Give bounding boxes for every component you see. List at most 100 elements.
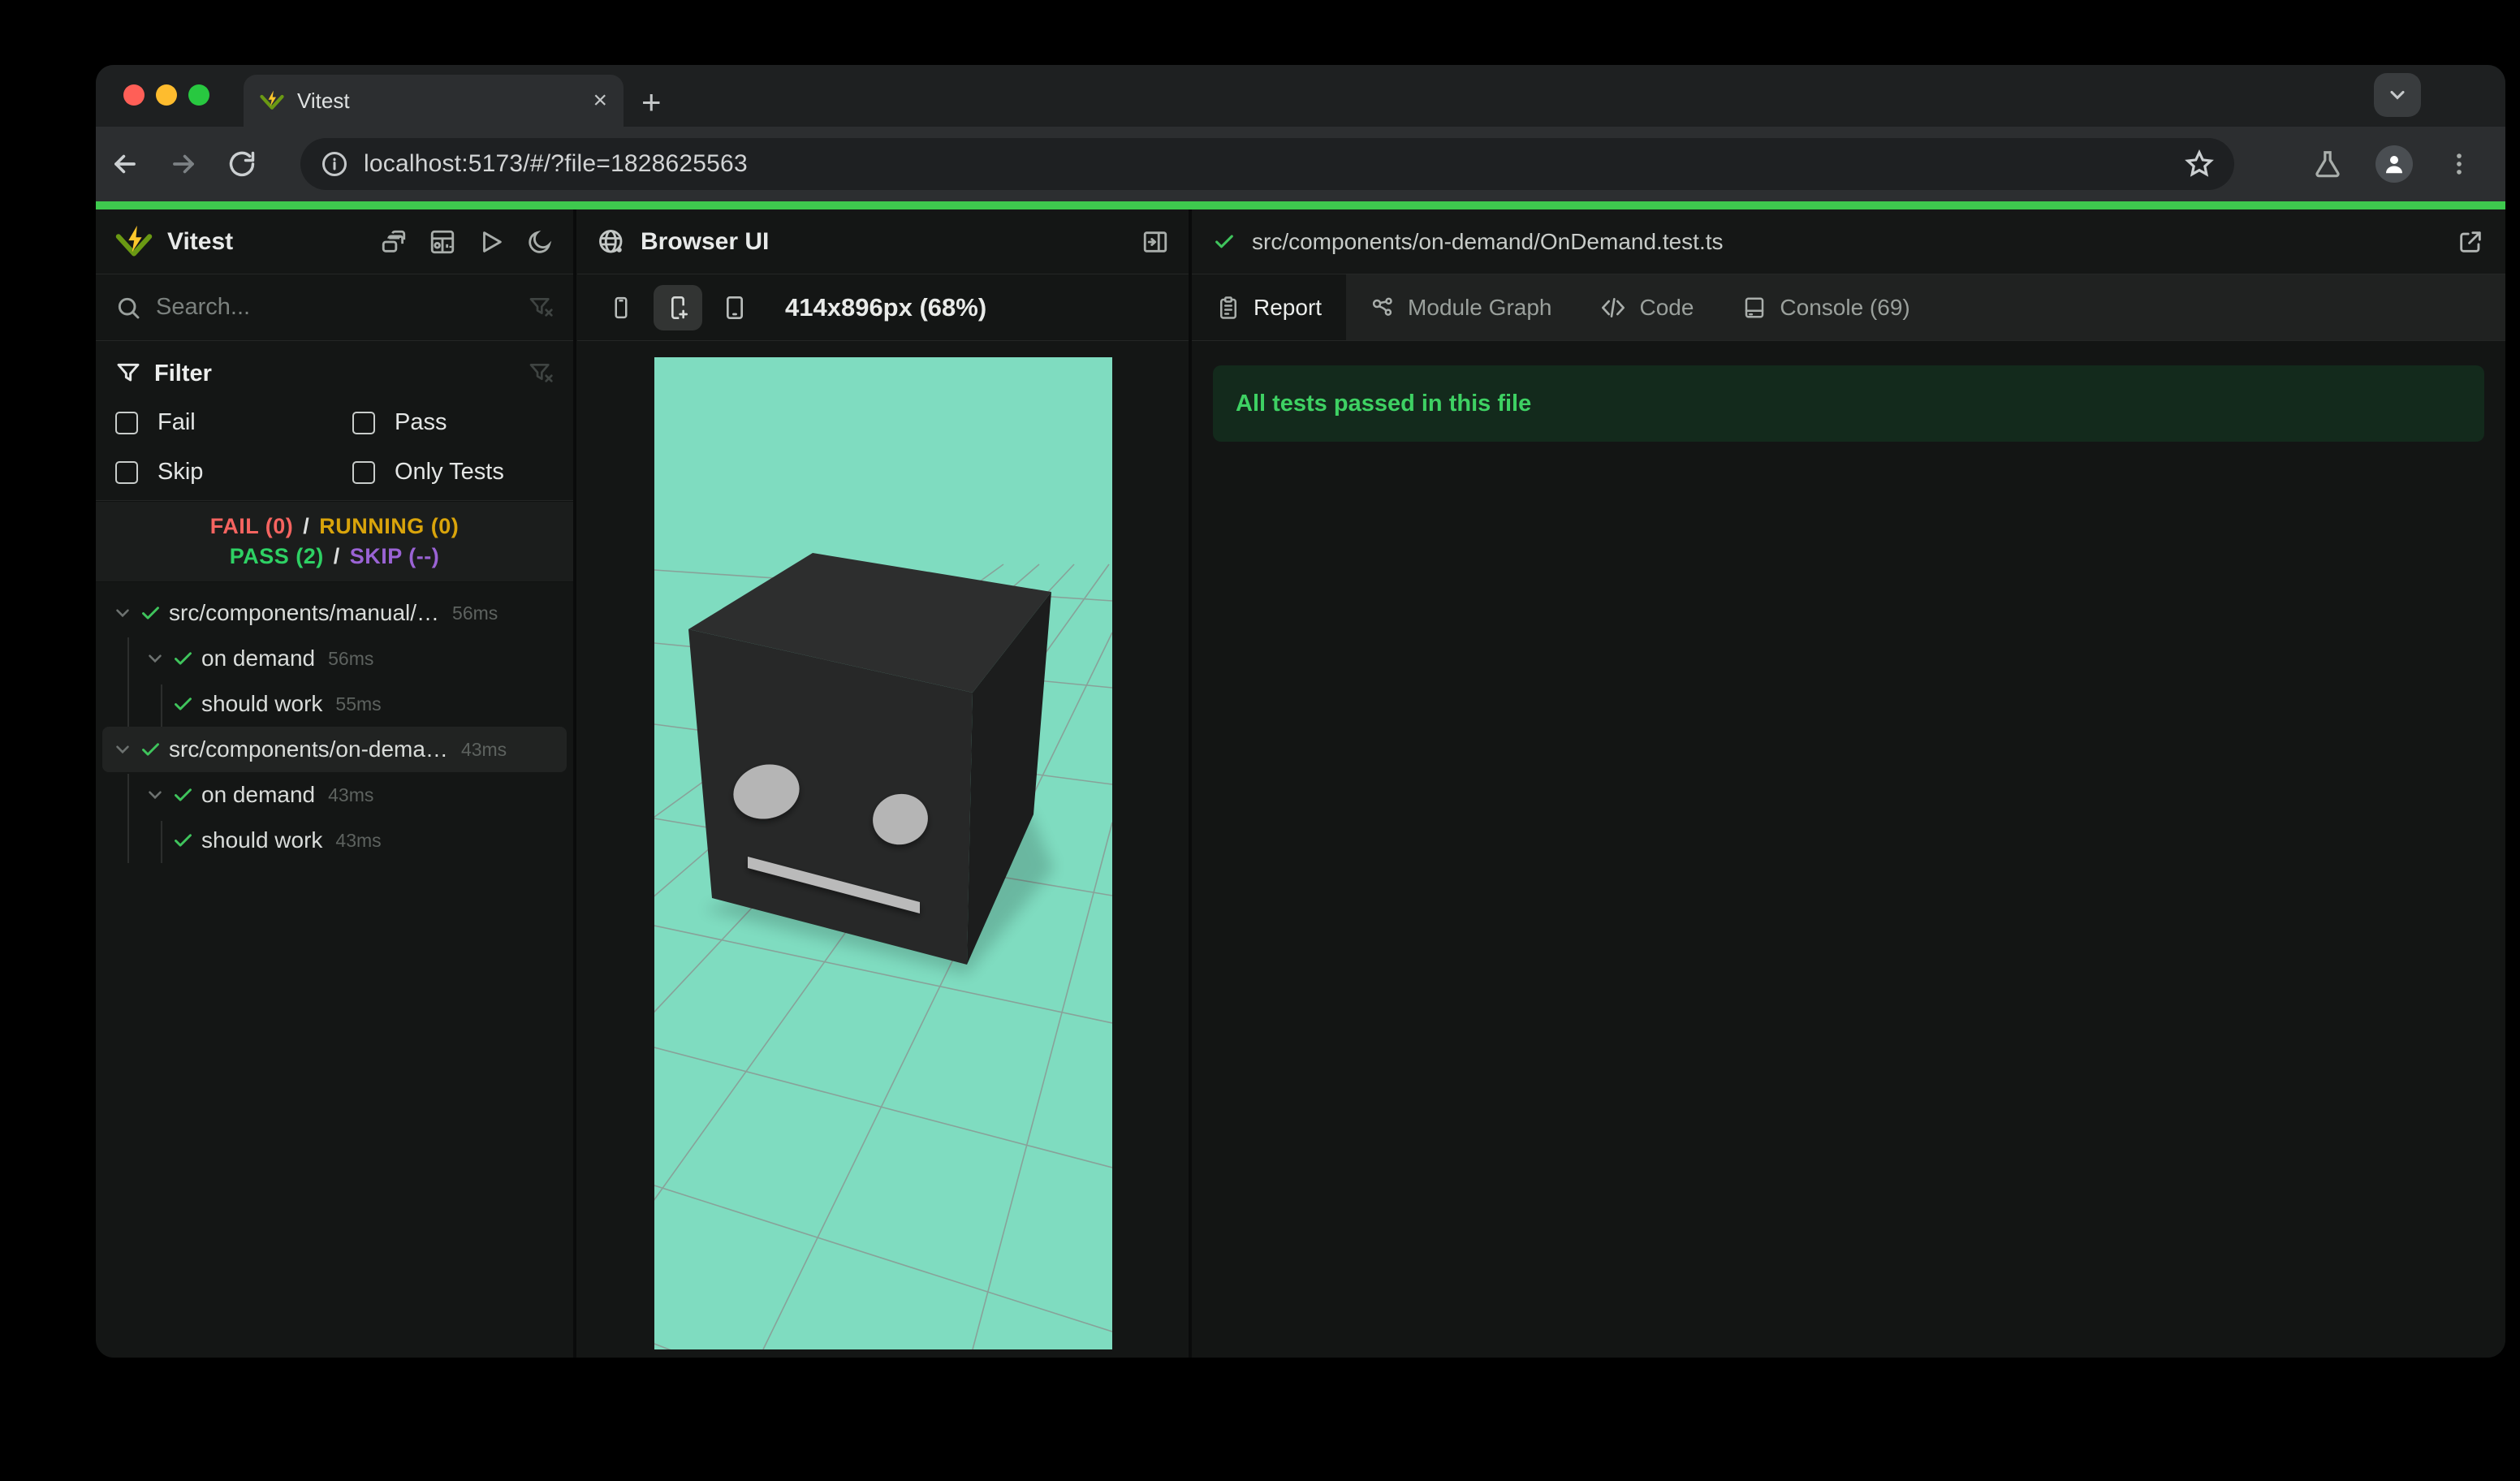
- report-panel: src/components/on-demand/OnDemand.test.t…: [1192, 209, 2505, 1358]
- indent-guide: [161, 684, 162, 727]
- test-tree: src/components/manual/… 56ms on demand 5…: [96, 590, 573, 863]
- indent-guide: [127, 774, 129, 863]
- open-external-icon[interactable]: [2457, 228, 2484, 256]
- collapse-panels-icon[interactable]: [380, 228, 408, 256]
- device-phone-plus-button[interactable]: [654, 284, 702, 330]
- sidebar-header: Vitest: [96, 209, 573, 274]
- report-tabbar: Report Module Graph Code Console (69): [1192, 274, 2505, 341]
- dashboard-icon[interactable]: [429, 228, 456, 256]
- tree-file-row[interactable]: src/components/manual/… 56ms: [102, 590, 567, 636]
- tree-test-row[interactable]: should work 43ms: [102, 818, 567, 863]
- indent-guide: [127, 637, 129, 727]
- reload-button[interactable]: [213, 149, 271, 179]
- chevron-down-icon[interactable]: [141, 648, 169, 669]
- vitest-logo-icon: [115, 223, 153, 261]
- fail-count: FAIL (0): [209, 514, 294, 538]
- tab-console[interactable]: Console (69): [1718, 274, 1934, 340]
- browser-ui-panel: Browser UI 414x896px (68%): [577, 209, 1189, 1358]
- code-icon: [1600, 295, 1626, 321]
- filter-panel: Filter Fail Pass Skip Only Tests: [96, 341, 573, 501]
- module-graph-icon: [1370, 296, 1395, 320]
- device-toolbar: 414x896px (68%): [577, 274, 1189, 341]
- tab-title: Vitest: [297, 88, 350, 113]
- vitest-ui: Vitest Search... Filter Fail Pass Skip O…: [96, 209, 2505, 1358]
- browser-ui-title: Browser UI: [641, 227, 770, 255]
- bookmark-star-icon[interactable]: [2184, 149, 2215, 179]
- experiments-flask-icon[interactable]: [2312, 149, 2343, 179]
- url-text[interactable]: localhost:5173/#/?file=1828625563: [364, 150, 2184, 178]
- checkbox[interactable]: [115, 460, 138, 484]
- test-status-progress-bar: [96, 201, 2505, 209]
- skip-count: SKIP (--): [349, 544, 440, 568]
- profile-avatar[interactable]: [2375, 145, 2413, 183]
- chevron-down-icon[interactable]: [141, 784, 169, 805]
- clear-filter-icon[interactable]: [528, 295, 554, 321]
- console-icon: [1742, 296, 1767, 320]
- sidebar: Vitest Search... Filter Fail Pass Skip O…: [96, 209, 573, 1358]
- checkbox[interactable]: [352, 411, 375, 434]
- back-button[interactable]: [96, 149, 154, 179]
- tree-test-row[interactable]: should work 55ms: [102, 681, 567, 727]
- forward-button[interactable]: [154, 149, 213, 179]
- browser-window: Vitest × + localhost:5173/#/?file=182862…: [96, 65, 2505, 1358]
- device-phone-small-button[interactable]: [597, 285, 645, 330]
- duration-badge: 56ms: [452, 602, 498, 624]
- site-info-icon[interactable]: [320, 149, 349, 179]
- tree-file-row-selected[interactable]: src/components/on-dema… 43ms: [102, 727, 567, 772]
- tab-report[interactable]: Report: [1192, 274, 1347, 340]
- traffic-minimize-button[interactable]: [156, 84, 177, 106]
- checkbox[interactable]: [352, 460, 375, 484]
- tree-suite-row[interactable]: on demand 43ms: [102, 772, 567, 818]
- new-tab-button[interactable]: +: [641, 83, 662, 122]
- globe-icon: [597, 227, 626, 257]
- duration-badge: 56ms: [328, 647, 374, 669]
- traffic-close-button[interactable]: [123, 84, 145, 106]
- tab-module-graph[interactable]: Module Graph: [1346, 274, 1576, 340]
- indent-guide: [161, 821, 162, 863]
- filter-checkbox-skip[interactable]: Skip: [115, 459, 352, 486]
- run-tests-icon[interactable]: [477, 228, 505, 256]
- pass-check-icon: [169, 784, 196, 806]
- clear-filter-icon[interactable]: [528, 361, 554, 386]
- vitest-favicon-icon: [260, 89, 284, 113]
- dock-panel-right-icon[interactable]: [1141, 228, 1169, 256]
- all-tests-passed-banner: All tests passed in this file: [1213, 365, 2484, 442]
- search-input[interactable]: Search...: [156, 294, 528, 321]
- duration-badge: 43ms: [460, 738, 507, 760]
- pass-check-icon: [136, 602, 164, 624]
- duration-badge: 43ms: [328, 784, 374, 805]
- filter-title: Filter: [154, 360, 212, 386]
- chevron-down-icon: [2386, 84, 2409, 106]
- duration-badge: 43ms: [335, 829, 382, 851]
- filter-checkbox-only-tests[interactable]: Only Tests: [352, 459, 554, 486]
- device-tablet-button[interactable]: [710, 285, 759, 330]
- tab-code[interactable]: Code: [1576, 274, 1718, 340]
- browser-tab[interactable]: Vitest ×: [244, 75, 624, 127]
- tab-close-icon[interactable]: ×: [593, 89, 607, 113]
- checkbox[interactable]: [115, 411, 138, 434]
- test-iframe-viewport[interactable]: [654, 357, 1112, 1349]
- chevron-down-icon[interactable]: [109, 739, 136, 760]
- filter-checkbox-fail[interactable]: Fail: [115, 409, 352, 436]
- search-icon: [115, 295, 141, 321]
- pass-check-icon: [169, 830, 196, 852]
- pass-check-icon: [169, 648, 196, 670]
- test-file-path: src/components/on-demand/OnDemand.test.t…: [1252, 228, 1724, 254]
- duration-badge: 55ms: [335, 693, 382, 715]
- browser-tabstrip: Vitest × +: [96, 65, 2505, 127]
- panel-splitter[interactable]: [573, 209, 576, 1358]
- report-clipboard-icon: [1216, 296, 1241, 320]
- tree-suite-row[interactable]: on demand 56ms: [102, 636, 567, 681]
- dark-mode-moon-icon[interactable]: [526, 228, 554, 256]
- menu-dots-icon[interactable]: [2445, 150, 2473, 178]
- funnel-icon: [115, 361, 141, 386]
- address-bar[interactable]: localhost:5173/#/?file=1828625563: [300, 138, 2234, 190]
- chevron-down-icon[interactable]: [109, 602, 136, 624]
- pass-check-icon: [136, 739, 164, 761]
- pass-count: PASS (2): [229, 544, 324, 568]
- filter-checkbox-pass[interactable]: Pass: [352, 409, 554, 436]
- tab-search-button[interactable]: [2374, 73, 2421, 117]
- running-count: RUNNING (0): [319, 514, 460, 538]
- search-bar[interactable]: Search...: [96, 274, 573, 341]
- traffic-zoom-button[interactable]: [188, 84, 209, 106]
